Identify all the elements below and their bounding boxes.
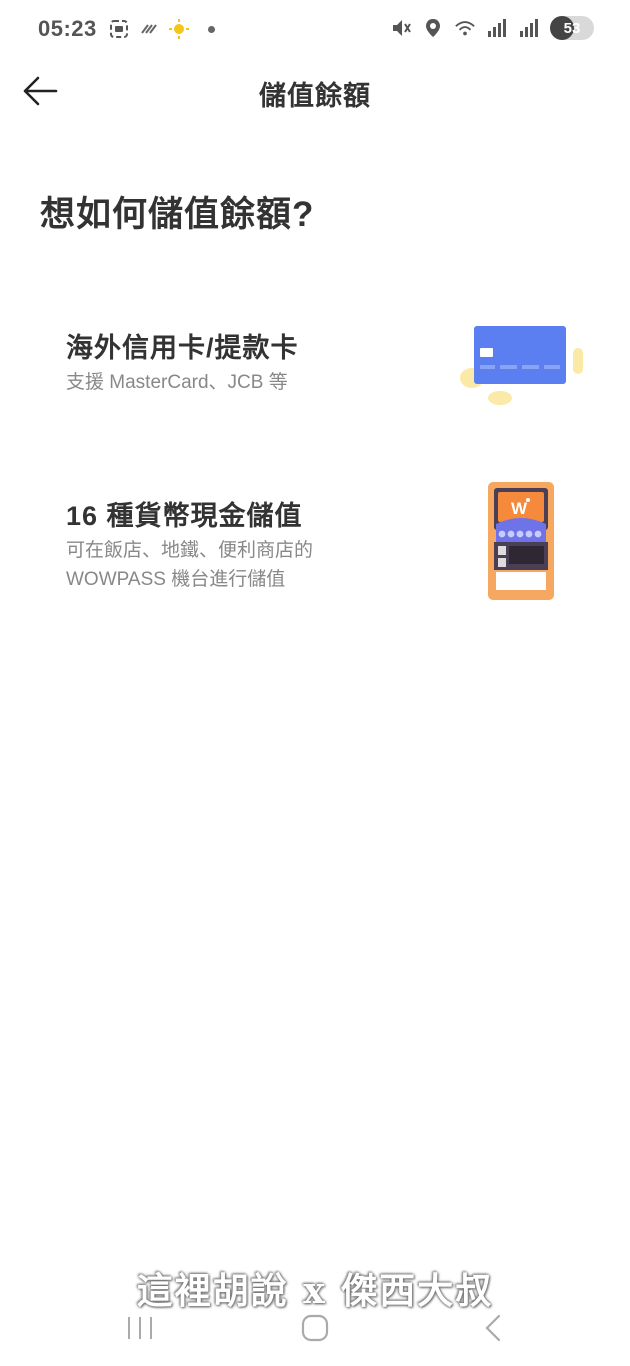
home-button[interactable] bbox=[290, 1310, 340, 1346]
svg-text:W: W bbox=[511, 499, 528, 518]
recent-apps-button[interactable] bbox=[115, 1310, 165, 1346]
kiosk-machine-icon: W bbox=[488, 482, 554, 600]
location-icon bbox=[422, 17, 444, 39]
status-left-icons bbox=[108, 18, 215, 40]
option-title: 海外信用卡/提款卡 bbox=[66, 333, 299, 363]
status-time: 05:23 bbox=[38, 16, 97, 41]
option-credit-card[interactable]: 海外信用卡/提款卡 支援 MasterCard、JCB 等 bbox=[40, 300, 600, 430]
mute-icon bbox=[390, 17, 412, 39]
screenshot-icon bbox=[108, 18, 130, 40]
haze-icon bbox=[138, 18, 160, 40]
page-title: 儲值餘額 bbox=[259, 81, 371, 111]
navigation-bar bbox=[0, 1300, 630, 1356]
signal-icon-1 bbox=[486, 17, 508, 39]
option-title: 16 種貨幣現金儲值 bbox=[66, 501, 303, 531]
option-subtitle: 可在飯店、地鐵、便利商店的 WOWPASS 機台進行儲值 bbox=[66, 540, 314, 590]
signal-icon-2 bbox=[518, 17, 540, 39]
status-bar: 05:23 53 bbox=[0, 0, 630, 60]
credit-card-icon bbox=[460, 326, 583, 405]
battery-level: 53 bbox=[563, 19, 581, 37]
chevron-left-icon bbox=[485, 1314, 501, 1342]
nav-back-button[interactable] bbox=[468, 1310, 518, 1346]
battery-indicator: 53 bbox=[550, 16, 594, 40]
status-right-icons: 53 bbox=[390, 16, 594, 40]
wifi-icon bbox=[454, 17, 476, 39]
notification-dot-icon bbox=[208, 25, 215, 33]
question-heading: 想如何儲值餘額? bbox=[40, 195, 315, 234]
app-bar: 儲值餘額 bbox=[0, 60, 630, 124]
option-cash-kiosk[interactable]: 16 種貨幣現金儲值 可在飯店、地鐵、便利商店的 WOWPASS 機台進行儲值 … bbox=[40, 470, 600, 620]
recent-apps-icon bbox=[128, 1317, 152, 1339]
option-subtitle: 支援 MasterCard、JCB 等 bbox=[66, 372, 288, 393]
sun-icon bbox=[168, 18, 190, 40]
home-icon bbox=[301, 1314, 329, 1342]
